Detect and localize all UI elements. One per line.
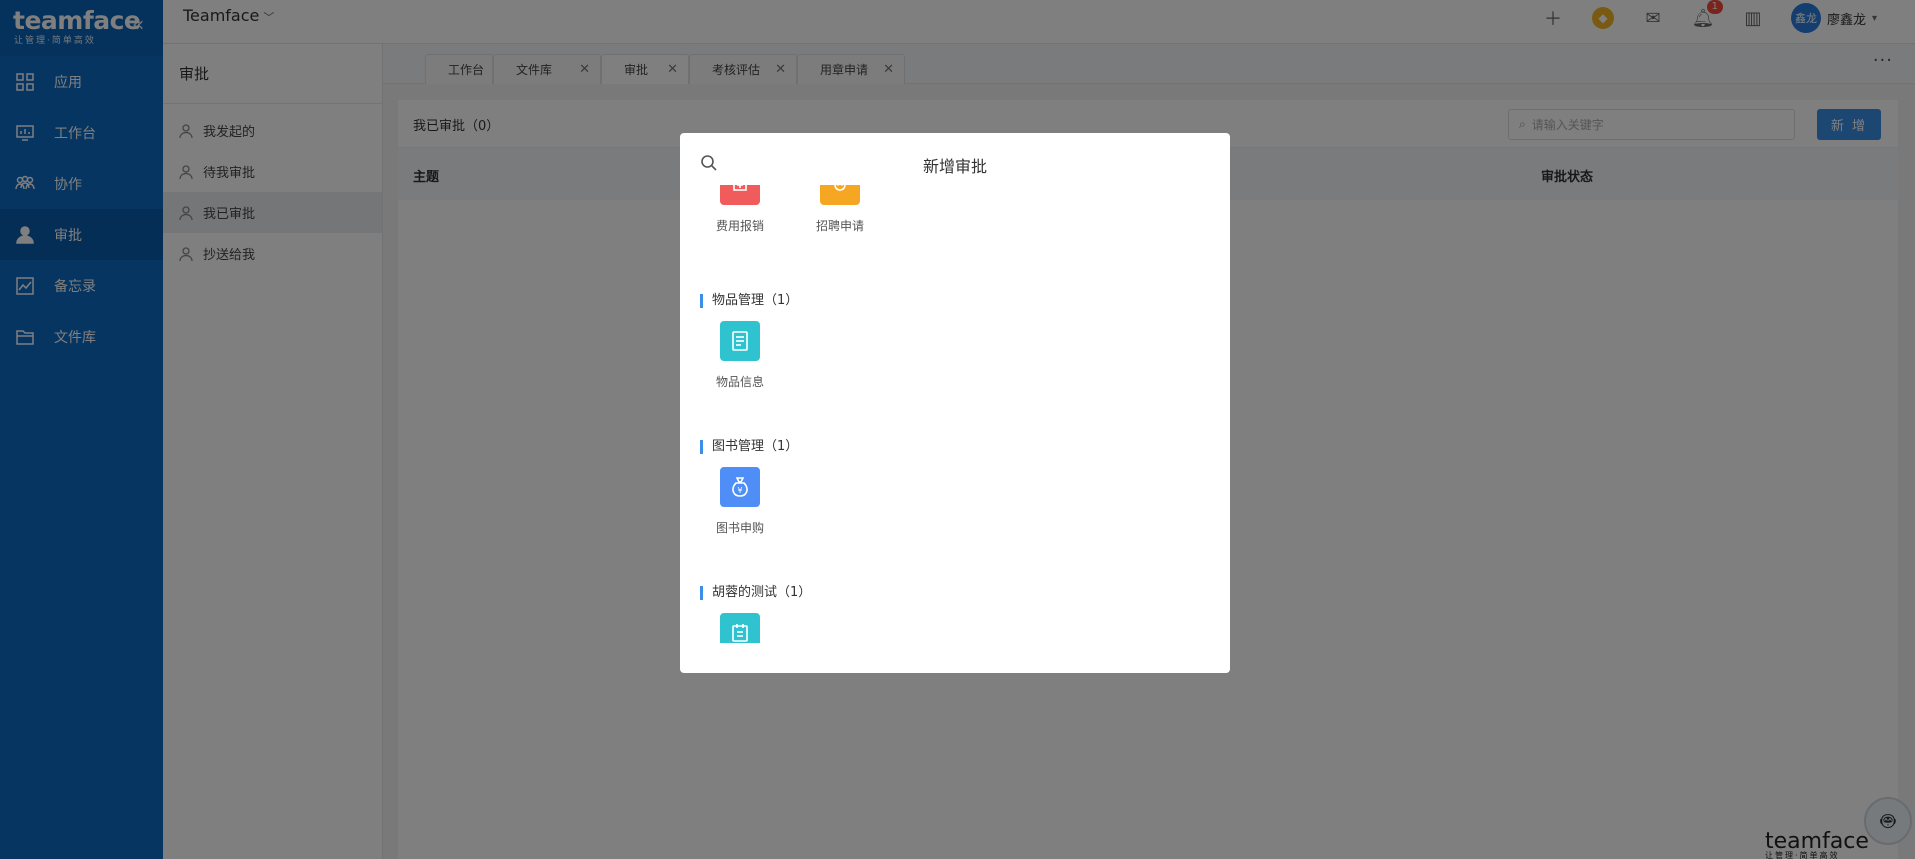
document-icon: [720, 321, 760, 361]
app-label: 物品信息: [715, 375, 764, 389]
app-label: 图书申购: [715, 521, 764, 535]
group-title: 物品管理（1）: [700, 294, 798, 308]
app-expense-reimbursement[interactable]: 费用报销: [700, 185, 780, 234]
app-test-item[interactable]: [700, 613, 780, 643]
calendar-icon: [720, 613, 760, 643]
app-label: 费用报销: [715, 219, 764, 233]
dialog-body: 费用报销 招聘申请 物品管理（1） 物品信息 图书管理（1） ¥ 图书申购 胡蓉…: [680, 185, 1230, 643]
app-label: 招聘申请: [815, 219, 864, 233]
group-title: 图书管理（1）: [700, 440, 798, 454]
receipt-icon: [720, 185, 760, 205]
dialog-title: 新增审批: [922, 157, 987, 176]
new-approval-dialog: 新增审批 费用报销 招聘申请 物品管理（1） 物品信息 图书管理（1） ¥ 图书…: [680, 133, 1230, 673]
app-item-info[interactable]: 物品信息: [700, 321, 780, 390]
dialog-header: 新增审批: [680, 133, 1230, 193]
svg-text:¥: ¥: [737, 486, 742, 495]
recruit-icon: [820, 185, 860, 205]
app-recruitment-request[interactable]: 招聘申请: [800, 185, 880, 234]
app-book-purchase[interactable]: ¥ 图书申购: [700, 467, 780, 536]
group-title: 胡蓉的测试（1）: [700, 586, 811, 600]
money-bag-icon: ¥: [720, 467, 760, 507]
